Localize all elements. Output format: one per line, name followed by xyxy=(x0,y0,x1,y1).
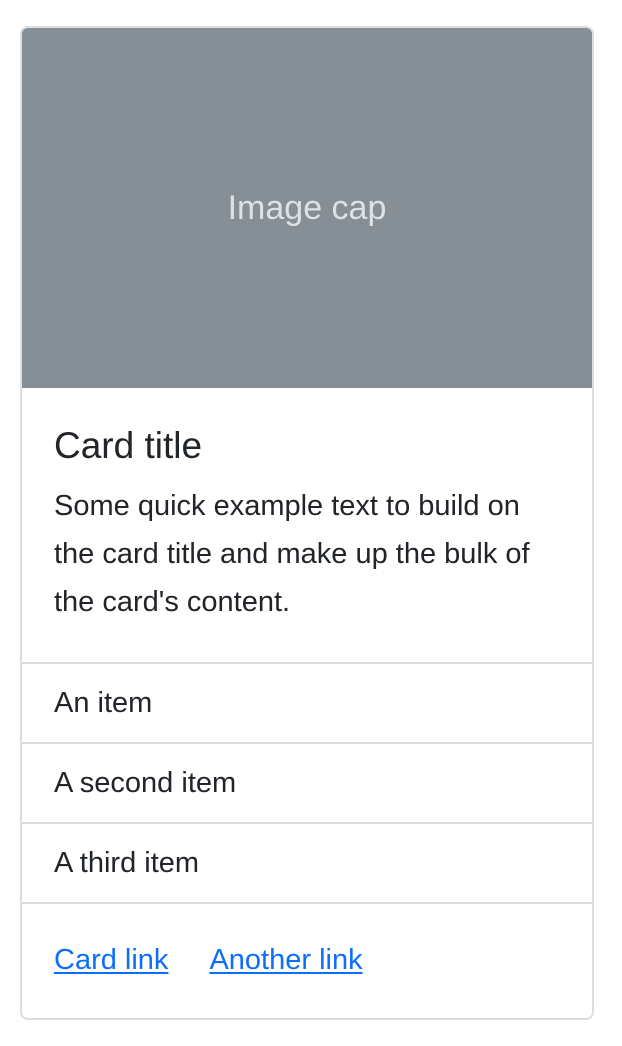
list-item: A third item xyxy=(22,824,592,904)
card-list-group: An item A second item A third item xyxy=(22,662,592,904)
card-image-cap: Image cap xyxy=(22,28,592,388)
list-item: A second item xyxy=(22,744,592,824)
list-item: An item xyxy=(22,664,592,744)
card-links-section: Card link Another link xyxy=(22,904,592,1016)
card-link[interactable]: Card link xyxy=(54,944,168,977)
image-cap-label: Image cap xyxy=(227,188,387,227)
card: Image cap Card title Some quick example … xyxy=(20,26,594,1020)
card-title: Card title xyxy=(54,425,203,466)
card-text: Some quick example text to build on the … xyxy=(54,490,530,619)
another-link[interactable]: Another link xyxy=(209,944,362,977)
card-body: Card title Some quick example text to bu… xyxy=(22,388,592,662)
